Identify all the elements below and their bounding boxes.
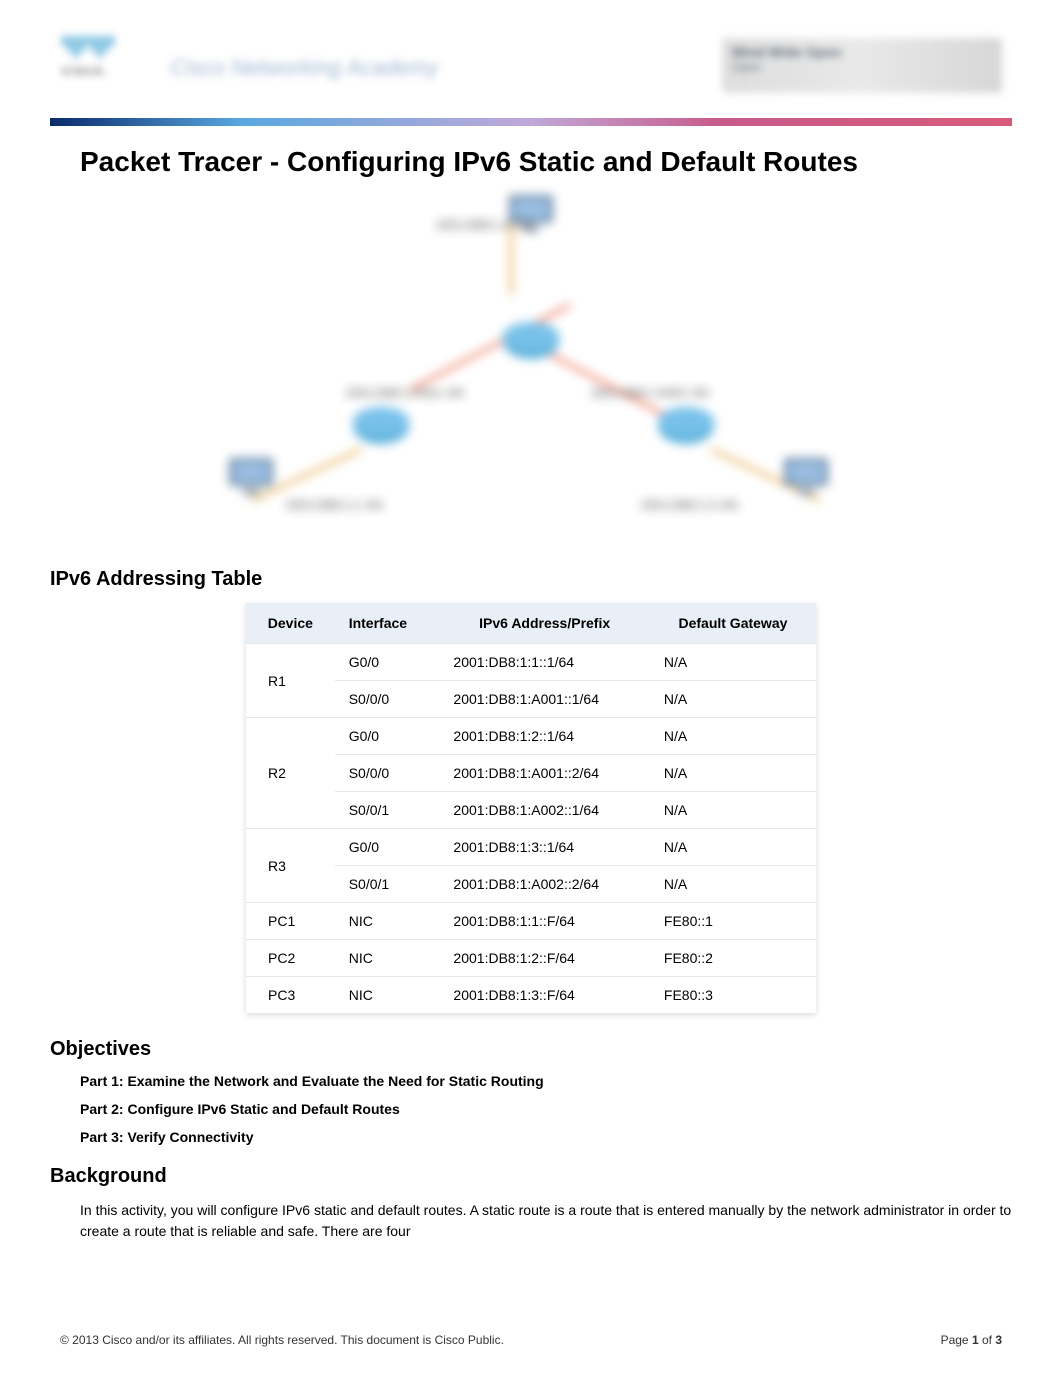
addressing-table: Device Interface IPv6 Address/Prefix Def… (246, 603, 816, 1013)
cell-device: R1 (246, 644, 335, 718)
objectives-list: Part 1: Examine the Network and Evaluate… (80, 1073, 1012, 1145)
cell-gateway: N/A (650, 644, 816, 681)
topo-label-right-link: 2001:DB8:1:A002::/64 (591, 386, 709, 400)
router-r3 (656, 403, 716, 449)
th-address: IPv6 Address/Prefix (439, 603, 649, 644)
table-row: PC2 NIC 2001:DB8:1:2::F/64 FE80::2 (246, 940, 816, 977)
cell-device: PC2 (246, 940, 335, 977)
pc-pc1 (221, 453, 281, 499)
cell-address: 2001:DB8:1:A001::1/64 (439, 681, 649, 718)
cell-interface: S0/0/0 (335, 755, 440, 792)
page-current: 1 (972, 1333, 979, 1347)
cell-address: 2001:DB8:1:2::F/64 (439, 940, 649, 977)
table-header-row: Device Interface IPv6 Address/Prefix Def… (246, 603, 816, 644)
cell-interface: NIC (335, 940, 440, 977)
page-of: of (979, 1333, 996, 1347)
cell-address: 2001:DB8:1:1::F/64 (439, 903, 649, 940)
cell-address: 2001:DB8:1:2::1/64 (439, 718, 649, 755)
topo-label-left-link: 2001:DB8:1:A001::/64 (346, 386, 464, 400)
cisco-logo: cisco. (62, 36, 142, 96)
topo-label-bottom-left: 2001:DB8:1:1::/64 (286, 498, 383, 512)
cell-gateway: N/A (650, 829, 816, 866)
table-row: R3 G0/0 2001:DB8:1:3::1/64 N/A (246, 829, 816, 866)
cell-gateway: FE80::3 (650, 977, 816, 1014)
cell-gateway: N/A (650, 866, 816, 903)
objective-item: Part 1: Examine the Network and Evaluate… (80, 1073, 1012, 1089)
copyright-text: © 2013 Cisco and/or its affiliates. All … (60, 1333, 504, 1347)
cell-interface: S0/0/0 (335, 681, 440, 718)
cell-device: PC1 (246, 903, 335, 940)
cell-gateway: FE80::2 (650, 940, 816, 977)
topology-diagram: 2001:DB8:1:2::/64 2001:DB8:1:A001::/64 2… (211, 198, 851, 538)
addressing-heading: IPv6 Addressing Table (50, 568, 1012, 591)
page-title: Packet Tracer - Configuring IPv6 Static … (80, 146, 1012, 178)
cell-address: 2001:DB8:1:A001::2/64 (439, 755, 649, 792)
background-heading: Background (50, 1165, 1012, 1188)
table-row: R2 G0/0 2001:DB8:1:2::1/64 N/A (246, 718, 816, 755)
cell-interface: S0/0/1 (335, 792, 440, 829)
cell-address: 2001:DB8:1:1::1/64 (439, 644, 649, 681)
objectives-heading: Objectives (50, 1038, 1012, 1061)
cell-address: 2001:DB8:1:3::F/64 (439, 977, 649, 1014)
cell-interface: G0/0 (335, 718, 440, 755)
cell-address: 2001:DB8:1:3::1/64 (439, 829, 649, 866)
pc-pc3 (776, 453, 836, 499)
router-r1 (351, 403, 411, 449)
cell-device: PC3 (246, 977, 335, 1014)
page-footer: © 2013 Cisco and/or its affiliates. All … (60, 1333, 1002, 1347)
cell-address: 2001:DB8:1:A002::2/64 (439, 866, 649, 903)
cell-address: 2001:DB8:1:A002::1/64 (439, 792, 649, 829)
cell-interface: NIC (335, 903, 440, 940)
accent-bar (50, 118, 1012, 126)
cell-gateway: N/A (650, 792, 816, 829)
academy-name: Cisco Networking Academy (170, 55, 438, 81)
objective-item: Part 2: Configure IPv6 Static and Defaul… (80, 1101, 1012, 1117)
cell-interface: S0/0/1 (335, 866, 440, 903)
table-row: PC1 NIC 2001:DB8:1:1::F/64 FE80::1 (246, 903, 816, 940)
th-interface: Interface (335, 603, 440, 644)
brand-text: cisco. (62, 62, 142, 78)
cell-interface: G0/0 (335, 829, 440, 866)
th-device: Device (246, 603, 335, 644)
header-banner: cisco. Cisco Networking Academy Mind Wid… (50, 30, 1012, 110)
badge-line-2: Open (732, 60, 992, 74)
table-row: R1 G0/0 2001:DB8:1:1::1/64 N/A (246, 644, 816, 681)
topo-label-bottom-right: 2001:DB8:1:3::/64 (641, 498, 738, 512)
topo-label-top: 2001:DB8:1:2::/64 (436, 218, 533, 232)
router-r2 (501, 318, 561, 364)
cell-gateway: N/A (650, 718, 816, 755)
cell-interface: G0/0 (335, 644, 440, 681)
page-number: Page 1 of 3 (941, 1333, 1002, 1347)
cell-gateway: N/A (650, 681, 816, 718)
cell-gateway: FE80::1 (650, 903, 816, 940)
badge-line-1: Mind Wide Open (732, 44, 992, 60)
cell-device: R3 (246, 829, 335, 903)
table-row: PC3 NIC 2001:DB8:1:3::F/64 FE80::3 (246, 977, 816, 1014)
cell-gateway: N/A (650, 755, 816, 792)
page-total: 3 (995, 1333, 1002, 1347)
th-gateway: Default Gateway (650, 603, 816, 644)
objective-item: Part 3: Verify Connectivity (80, 1129, 1012, 1145)
cell-interface: NIC (335, 977, 440, 1014)
cell-device: R2 (246, 718, 335, 829)
background-paragraph: In this activity, you will configure IPv… (80, 1200, 1012, 1242)
page-prefix: Page (941, 1333, 972, 1347)
header-right-badge: Mind Wide Open Open (722, 38, 1002, 93)
